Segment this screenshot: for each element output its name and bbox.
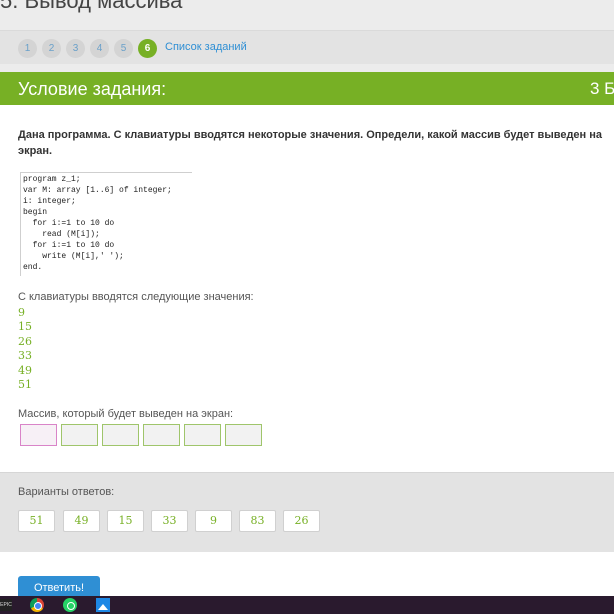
- step-5[interactable]: 5: [114, 39, 133, 58]
- os-taskbar: EPIC: [0, 596, 614, 614]
- code-line: program z_1;: [23, 175, 81, 184]
- answer-slot-1[interactable]: [20, 424, 57, 446]
- step-navigation: 1 2 3 4 5 6 Список заданий: [0, 30, 614, 64]
- top-header: 5. Вывод массива 1 2 3 4 5 6 Список зада…: [0, 0, 614, 72]
- answer-slot-2[interactable]: [61, 424, 98, 446]
- task-score: 3 Б.: [590, 79, 614, 98]
- task-header-title: Условие задания:: [18, 79, 167, 99]
- answer-option[interactable]: 33: [151, 510, 188, 532]
- answer-options-panel: Варианты ответов: 51 49 15 33 9 83 26: [0, 472, 614, 552]
- question-text: Дана программа. С клавиатуры вводятся не…: [18, 129, 603, 157]
- answer-option[interactable]: 9: [195, 510, 232, 532]
- step-3[interactable]: 3: [66, 39, 85, 58]
- step-1[interactable]: 1: [18, 39, 37, 58]
- input-values-label: С клавиатуры вводятся следующие значения…: [18, 291, 254, 303]
- task-page: 5. Вывод массива 1 2 3 4 5 6 Список зада…: [0, 0, 614, 614]
- input-value: 9: [18, 306, 25, 319]
- photos-icon[interactable]: [96, 598, 110, 612]
- input-value: 33: [18, 349, 32, 362]
- answer-option[interactable]: 51: [18, 510, 55, 532]
- answer-slot-3[interactable]: [102, 424, 139, 446]
- step-2[interactable]: 2: [42, 39, 61, 58]
- input-value: 15: [18, 320, 32, 333]
- code-line: begin: [23, 208, 48, 217]
- epic-games-icon[interactable]: EPIC: [0, 599, 12, 611]
- chrome-icon[interactable]: [30, 598, 44, 612]
- step-6-current[interactable]: 6: [138, 39, 157, 58]
- code-line: var M: array [1..6] of integer;: [23, 186, 172, 195]
- whatsapp-icon[interactable]: [63, 598, 77, 612]
- answer-option[interactable]: 49: [63, 510, 100, 532]
- code-listing: program z_1; var M: array [1..6] of inte…: [20, 172, 192, 276]
- code-line: write (M[i],' ');: [23, 252, 124, 261]
- answer-option[interactable]: 26: [283, 510, 320, 532]
- answer-slot-4[interactable]: [143, 424, 180, 446]
- answer-option[interactable]: 83: [239, 510, 276, 532]
- answer-slot-6[interactable]: [225, 424, 262, 446]
- code-line: read (M[i]);: [23, 230, 100, 239]
- answer-option[interactable]: 15: [107, 510, 144, 532]
- input-value: 51: [18, 378, 32, 391]
- code-line: for i:=1 to 10 do: [23, 241, 115, 250]
- input-value: 49: [18, 364, 32, 377]
- task-header-bar: Условие задания: 3 Б.: [0, 72, 614, 105]
- code-line: for i:=1 to 10 do: [23, 219, 115, 228]
- task-list-link[interactable]: Список заданий: [165, 41, 247, 53]
- output-array-label: Массив, который будет выведен на экран:: [18, 408, 234, 420]
- answer-slot-5[interactable]: [184, 424, 221, 446]
- code-line: i: integer;: [23, 197, 76, 206]
- page-title: 5. Вывод массива: [0, 0, 183, 13]
- answer-options-label: Варианты ответов:: [18, 486, 115, 498]
- input-value: 26: [18, 335, 32, 348]
- code-line: end.: [23, 263, 43, 272]
- step-4[interactable]: 4: [90, 39, 109, 58]
